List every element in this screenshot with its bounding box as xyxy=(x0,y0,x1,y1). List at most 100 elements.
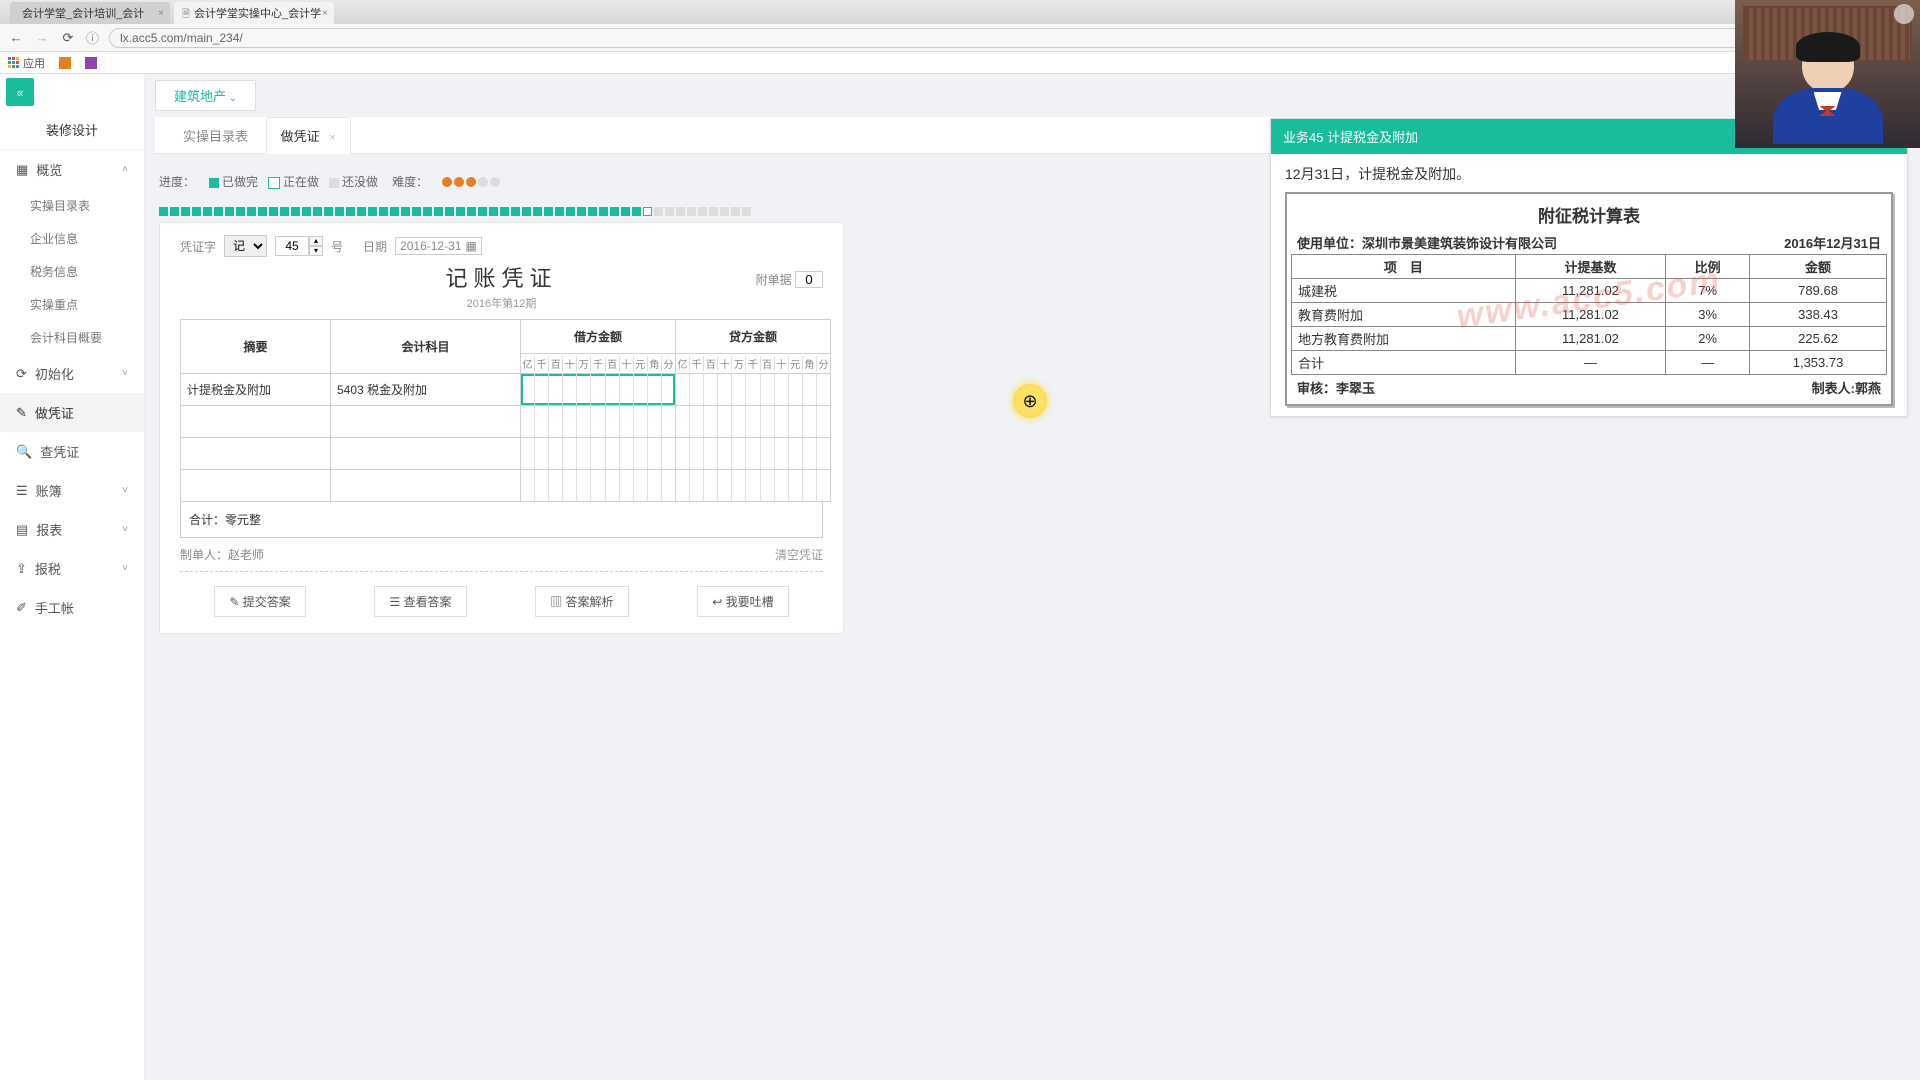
video-thumbnail[interactable] xyxy=(1735,0,1920,148)
sidebar-collapse-button[interactable]: « xyxy=(6,78,34,106)
cell-summary[interactable] xyxy=(181,406,331,438)
calc-row: 城建税11,281.027%789.68 xyxy=(1292,279,1887,303)
sidebar-item-init[interactable]: ⟳ 初始化 ˅ xyxy=(0,354,144,393)
cell-account[interactable] xyxy=(331,470,521,502)
tab-catalogue[interactable]: 实操目录表 xyxy=(169,118,262,153)
cell-credit[interactable] xyxy=(676,374,831,406)
col-account: 会计科目 xyxy=(331,320,521,374)
cell-credit[interactable] xyxy=(676,438,831,470)
chevron-down-icon: ˅ xyxy=(122,563,128,574)
favicon-icon xyxy=(182,7,190,19)
explain-answer-button[interactable]: ▥ 答案解析 xyxy=(535,586,628,617)
voucher-card: 凭证字 记 ▴ ▾ 号 日期 2016-12-31 ▦ xyxy=(159,222,844,634)
cell-summary[interactable]: 计提税金及附加 xyxy=(181,374,331,406)
tab-label: 会计学堂_会计培训_会计 xyxy=(22,5,144,21)
back-button[interactable]: ← xyxy=(8,30,24,45)
sidebar-item-label: 做凭证 xyxy=(35,403,74,422)
cell-credit[interactable] xyxy=(676,470,831,502)
sidebar-sub-subjects[interactable]: 会计科目概要 xyxy=(0,321,144,354)
sidebar-item-label: 账簿 xyxy=(36,481,62,500)
close-icon[interactable]: × xyxy=(158,8,164,19)
browser-tab-0[interactable]: 会计学堂_会计培训_会计 × xyxy=(10,2,170,24)
sidebar-item-report[interactable]: ▤ 报表 ˅ xyxy=(0,510,144,549)
view-answer-button[interactable]: ☰ 查看答案 xyxy=(374,586,466,617)
cell-debit[interactable] xyxy=(521,406,676,438)
voucher-table: 摘要 会计科目 借方金额 贷方金额 亿千百十万千百十元角分 亿千百十万千百十元角… xyxy=(180,319,831,502)
pen-icon: ✐ xyxy=(16,600,27,616)
video-logo-icon xyxy=(1894,4,1914,24)
task-title: 业务45 计提税金及附加 xyxy=(1283,127,1418,146)
voucher-actions: ✎ 提交答案 ☰ 查看答案 ▥ 答案解析 ↩ 我要吐槽 xyxy=(180,586,823,617)
voucher-title: 记账凭证 xyxy=(180,261,823,293)
cell-debit[interactable] xyxy=(521,470,676,502)
report-icon: ▤ xyxy=(16,522,28,538)
sidebar-sub-catalogue[interactable]: 实操目录表 xyxy=(0,189,144,222)
sidebar-item-search-voucher[interactable]: 🔍 查凭证 xyxy=(0,432,144,471)
attach-count-input[interactable] xyxy=(795,271,823,288)
cell-summary[interactable] xyxy=(181,470,331,502)
difficulty-label: 难度： xyxy=(392,173,428,190)
cell-account[interactable]: 5403 税金及附加 xyxy=(331,374,521,406)
voucher-row[interactable] xyxy=(181,438,831,470)
browser-tab-1[interactable]: 会计学堂实操中心_会计学 × xyxy=(174,2,334,24)
cell-debit[interactable] xyxy=(521,374,676,406)
voucher-header-controls: 凭证字 记 ▴ ▾ 号 日期 2016-12-31 ▦ xyxy=(180,235,823,257)
cell-debit[interactable] xyxy=(521,438,676,470)
chevron-down-icon: ˅ xyxy=(122,485,128,496)
cell-account[interactable] xyxy=(331,438,521,470)
book-icon: ☰ xyxy=(16,483,28,499)
sidebar-item-ledger[interactable]: ☰ 账簿 ˅ xyxy=(0,471,144,510)
bookmark-icon[interactable] xyxy=(85,57,97,69)
close-icon[interactable]: × xyxy=(322,8,328,19)
voucher-prefix-select[interactable]: 记 xyxy=(224,235,267,257)
industry-dropdown[interactable]: 建筑地产 xyxy=(155,80,256,111)
clear-voucher-link[interactable]: 清空凭证 xyxy=(775,546,823,563)
apps-icon[interactable]: 应用 xyxy=(8,55,45,71)
col-credit: 贷方金额 xyxy=(676,320,831,354)
legend-done: 已做完 xyxy=(209,173,258,190)
grid-icon: ▦ xyxy=(16,162,28,178)
sidebar-sub-tax[interactable]: 税务信息 xyxy=(0,255,144,288)
voucher-row[interactable]: 计提税金及附加5403 税金及附加 xyxy=(181,374,831,406)
sidebar-item-taxfiling[interactable]: ⇪ 报税 ˅ xyxy=(0,549,144,588)
spin-up-button[interactable]: ▴ xyxy=(309,236,323,246)
sidebar-item-overview[interactable]: ▦ 概览 ˄ xyxy=(0,150,144,189)
sidebar-item-make-voucher[interactable]: ✎ 做凭证 xyxy=(0,393,144,432)
cell-summary[interactable] xyxy=(181,438,331,470)
voucher-period: 2016年第12期 附单据 xyxy=(180,295,823,311)
info-icon[interactable]: ⓘ xyxy=(86,28,99,47)
voucher-row[interactable] xyxy=(181,406,831,438)
sidebar-sub-company[interactable]: 企业信息 xyxy=(0,222,144,255)
feedback-button[interactable]: ↩ 我要吐槽 xyxy=(697,586,788,617)
sidebar-item-manual[interactable]: ✐ 手工帐 xyxy=(0,588,144,627)
difficulty-indicator xyxy=(442,177,500,187)
submit-answer-button[interactable]: ✎ 提交答案 xyxy=(214,586,305,617)
calc-sheet: www.acc5.com 附征税计算表 使用单位：深圳市景美建筑装饰设计有限公司… xyxy=(1285,192,1893,406)
credit-digits: 亿千百十万千百十元角分 xyxy=(676,354,831,374)
chevron-down-icon: ˅ xyxy=(122,368,128,379)
chevron-up-icon: ˄ xyxy=(122,164,128,175)
task-detail-panel: 业务45 计提税金及附加 新窗口打开 ⇄ 12月31日，计提税金及附加。 www… xyxy=(1270,118,1908,417)
debit-digits: 亿千百十万千百十元角分 xyxy=(521,354,676,374)
date-label: 日期 xyxy=(363,238,387,255)
cell-credit[interactable] xyxy=(676,406,831,438)
forward-button[interactable]: → xyxy=(34,30,50,45)
cell-account[interactable] xyxy=(331,406,521,438)
refresh-icon: ⟳ xyxy=(16,366,27,382)
bookmark-icon[interactable] xyxy=(59,57,71,69)
close-icon[interactable]: × xyxy=(329,132,335,144)
voucher-number-input[interactable] xyxy=(275,236,309,256)
legend-doing: 正在做 xyxy=(268,173,319,190)
attach-label: 附单据 xyxy=(756,273,792,287)
date-picker[interactable]: 2016-12-31 ▦ xyxy=(395,237,482,255)
voucher-row[interactable] xyxy=(181,470,831,502)
reload-button[interactable]: ⟳ xyxy=(60,30,76,46)
sidebar-title: 装修设计 xyxy=(0,110,144,150)
tab-make-voucher[interactable]: 做凭证 × xyxy=(266,117,351,154)
spin-down-button[interactable]: ▾ xyxy=(309,246,323,256)
sidebar-item-label: 查凭证 xyxy=(40,442,79,461)
sidebar-sub-key[interactable]: 实操重点 xyxy=(0,288,144,321)
url-input[interactable]: lx.acc5.com/main_234/ xyxy=(109,28,1912,48)
task-description: 12月31日，计提税金及附加。 xyxy=(1285,164,1893,184)
calendar-icon: ▦ xyxy=(465,239,476,253)
